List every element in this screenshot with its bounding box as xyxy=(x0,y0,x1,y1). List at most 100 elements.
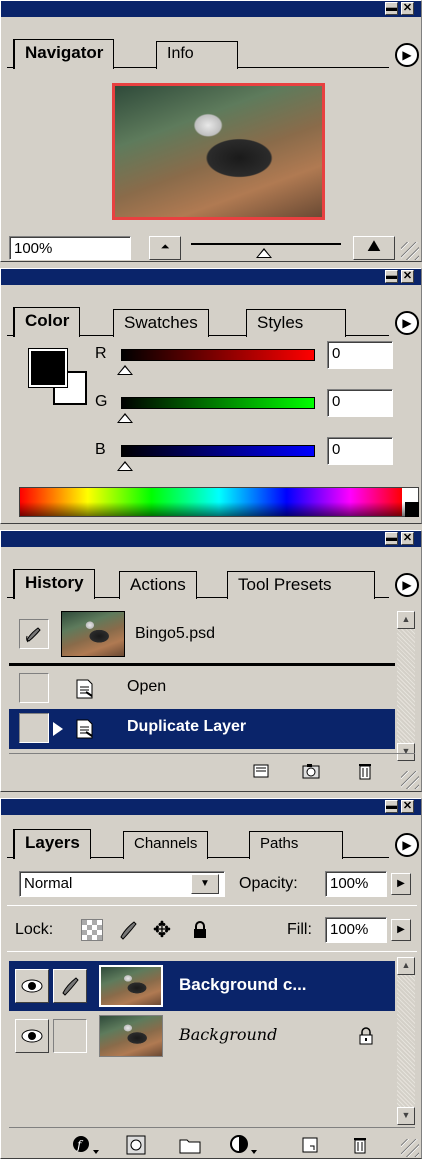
fill-arrow-icon[interactable]: ▶ xyxy=(391,919,411,941)
layer-name[interactable]: Background xyxy=(179,1025,277,1044)
history-state[interactable]: Open xyxy=(9,669,395,709)
zoom-slider-track[interactable] xyxy=(191,243,341,245)
scroll-down-icon[interactable]: ▼ xyxy=(397,1107,415,1125)
blue-slider-handle[interactable] xyxy=(117,461,133,471)
minimize-icon[interactable]: ▬ xyxy=(385,800,398,813)
history-state-brush-source[interactable] xyxy=(19,713,49,743)
history-scrollbar[interactable]: ▲ ▼ xyxy=(397,611,415,761)
lock-position-icon[interactable]: ✥ xyxy=(149,917,175,943)
layer-row[interactable]: Background xyxy=(9,1011,395,1061)
zoom-in-button[interactable]: ⛰ xyxy=(353,236,395,260)
lock-all-icon[interactable] xyxy=(187,917,213,943)
green-value-input[interactable]: 0 xyxy=(327,389,393,417)
opacity-label: Opacity: xyxy=(239,875,298,892)
trash-icon[interactable] xyxy=(347,1133,373,1157)
opacity-arrow-icon[interactable]: ▶ xyxy=(391,873,411,895)
eye-icon xyxy=(21,979,43,993)
palette-titlebar[interactable] xyxy=(1,799,421,815)
channel-label-r: R xyxy=(95,345,107,362)
close-icon[interactable]: ✕ xyxy=(401,532,414,545)
history-state-brush-source[interactable] xyxy=(19,673,49,703)
minimize-icon[interactable]: ▬ xyxy=(385,2,398,15)
scroll-down-icon[interactable]: ▼ xyxy=(397,743,415,761)
green-slider-handle[interactable] xyxy=(117,413,133,423)
red-slider-handle[interactable] xyxy=(117,365,133,375)
lock-label: Lock: xyxy=(15,921,54,938)
navigator-preview-image xyxy=(112,83,325,220)
opacity-input[interactable]: 100% xyxy=(325,871,387,897)
close-icon[interactable]: ✕ xyxy=(401,2,414,15)
zoom-slider-handle[interactable] xyxy=(256,248,272,258)
layer-link-toggle[interactable] xyxy=(53,1019,87,1053)
adjustment-layer-icon[interactable] xyxy=(227,1133,261,1157)
tab-history[interactable]: History xyxy=(13,569,95,599)
resize-grip-icon[interactable] xyxy=(401,1139,419,1157)
blue-slider-track[interactable] xyxy=(121,445,315,457)
document-icon xyxy=(73,677,97,701)
trash-icon[interactable] xyxy=(353,759,377,783)
channel-label-g: G xyxy=(95,393,108,410)
scroll-up-icon[interactable]: ▲ xyxy=(397,957,415,975)
minimize-icon[interactable]: ▬ xyxy=(385,270,398,283)
layer-mask-icon[interactable] xyxy=(123,1133,149,1157)
zoom-input[interactable]: 100% xyxy=(9,236,131,260)
resize-grip-icon[interactable] xyxy=(401,242,419,260)
color-palette: ▬ ✕ Color Swatches Styles ▶ R 0 G 0 B 0 xyxy=(0,268,422,524)
red-slider-track[interactable] xyxy=(121,349,315,361)
palette-titlebar[interactable] xyxy=(1,531,421,547)
layer-name[interactable]: Background c... xyxy=(179,975,307,995)
red-value-input[interactable]: 0 xyxy=(327,341,393,369)
color-ramp-black[interactable] xyxy=(405,502,419,517)
paintbrush-icon xyxy=(62,977,79,996)
layer-style-icon[interactable]: f xyxy=(69,1133,103,1157)
palette-titlebar[interactable] xyxy=(1,1,421,17)
lock-image-brush-icon[interactable] xyxy=(115,917,141,943)
palette-menu-icon[interactable]: ▶ xyxy=(395,833,419,857)
fill-input[interactable]: 100% xyxy=(325,917,387,943)
layers-scrollbar[interactable]: ▲ ▼ xyxy=(397,957,415,1125)
palette-menu-icon[interactable]: ▶ xyxy=(395,311,419,335)
tab-navigator[interactable]: Navigator xyxy=(13,39,115,69)
scroll-up-icon[interactable]: ▲ xyxy=(397,611,415,629)
layer-lock-icon xyxy=(355,1025,377,1047)
tab-tool-presets[interactable]: Tool Presets xyxy=(227,571,375,599)
new-layer-set-icon[interactable] xyxy=(177,1133,203,1157)
layer-visibility-toggle[interactable] xyxy=(15,1019,49,1053)
history-state-selected[interactable]: Duplicate Layer xyxy=(9,709,395,749)
resize-grip-icon[interactable] xyxy=(401,771,419,789)
tab-channels[interactable]: Channels xyxy=(123,831,209,859)
layer-row-selected[interactable]: Background c... xyxy=(9,961,395,1011)
foreground-color-swatch[interactable] xyxy=(28,348,68,388)
new-snapshot-icon[interactable] xyxy=(299,759,323,783)
layer-thumbnail xyxy=(99,965,163,1007)
layer-link-toggle[interactable] xyxy=(53,969,87,1003)
lock-transparency-icon[interactable] xyxy=(81,919,103,941)
blue-value-input[interactable]: 0 xyxy=(327,437,393,465)
chevron-down-icon[interactable]: ▼ xyxy=(191,874,219,894)
layers-palette: ▬ ✕ Layers Channels Paths ▶ Normal ▼ Opa… xyxy=(0,798,422,1159)
document-icon xyxy=(73,717,97,741)
zoom-out-button[interactable]: ⏶ xyxy=(149,236,181,260)
tab-layers[interactable]: Layers xyxy=(13,829,91,859)
tab-styles[interactable]: Styles xyxy=(246,309,346,337)
blend-mode-value: Normal xyxy=(24,875,73,892)
tab-color[interactable]: Color xyxy=(13,307,81,337)
minimize-icon[interactable]: ▬ xyxy=(385,532,398,545)
new-document-from-state-icon[interactable] xyxy=(249,759,273,783)
new-layer-icon[interactable] xyxy=(297,1133,323,1157)
close-icon[interactable]: ✕ xyxy=(401,800,414,813)
color-ramp[interactable] xyxy=(19,487,419,517)
tab-info[interactable]: Info xyxy=(156,41,238,69)
palette-titlebar[interactable] xyxy=(1,269,421,285)
palette-menu-icon[interactable]: ▶ xyxy=(395,573,419,597)
green-slider-track[interactable] xyxy=(121,397,315,409)
tab-actions[interactable]: Actions xyxy=(119,571,197,599)
close-icon[interactable]: ✕ xyxy=(401,270,414,283)
layer-visibility-toggle[interactable] xyxy=(15,969,49,1003)
history-palette: ▬ ✕ History Actions Tool Presets ▶ Bingo… xyxy=(0,530,422,792)
history-brush-source[interactable] xyxy=(19,619,49,649)
snapshot-thumbnail xyxy=(61,611,125,657)
tab-swatches[interactable]: Swatches xyxy=(113,309,209,337)
tab-paths[interactable]: Paths xyxy=(249,831,343,859)
palette-menu-icon[interactable]: ▶ xyxy=(395,43,419,67)
